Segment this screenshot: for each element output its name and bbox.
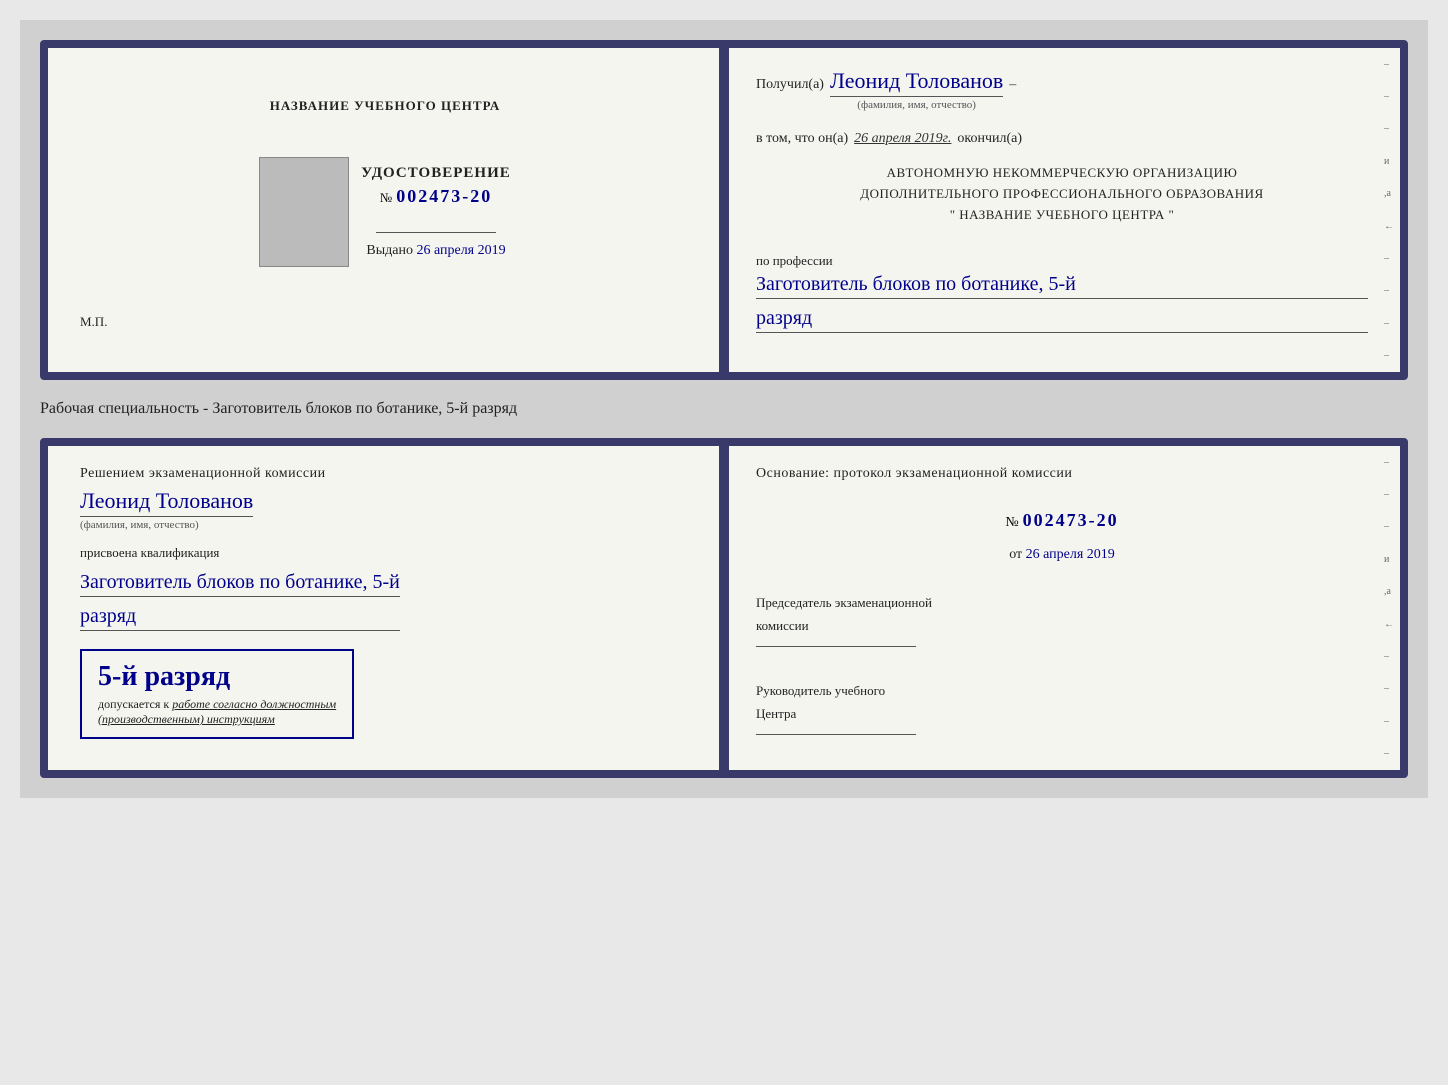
allowed-text2: (производственным) инструкциям (98, 712, 275, 726)
head-label: Руководитель учебного (756, 679, 1368, 702)
allowed-text: работе согласно должностным (172, 697, 336, 711)
rank-badge-box: 5-й разряд допускается к работе согласно… (80, 649, 354, 739)
org-line3: " НАЗВАНИЕ УЧЕБНОГО ЦЕНТРА " (756, 205, 1368, 226)
protocol-number: 002473-20 (1023, 510, 1119, 531)
specialty-label: Рабочая специальность - Заготовитель бло… (40, 396, 1408, 422)
profession-label: по профессии (756, 253, 1368, 269)
certificate-card-2: Решением экзаменационной комиссии Леонид… (40, 438, 1408, 778)
from-date-line: от 26 апреля 2019 (756, 547, 1368, 563)
issued-line: Выдано 26 апреля 2019 (366, 243, 505, 259)
cert-title: УДОСТОВЕРЕНИЕ (361, 165, 511, 182)
photo-placeholder (259, 157, 349, 267)
received-label: Получил(а) (756, 77, 824, 93)
org-line2: ДОПОЛНИТЕЛЬНОГО ПРОФЕССИОНАЛЬНОГО ОБРАЗО… (756, 184, 1368, 205)
org-block: АВТОНОМНУЮ НЕКОММЕРЧЕСКУЮ ОРГАНИЗАЦИЮ ДО… (756, 163, 1368, 225)
profession-value-1: Заготовитель блоков по ботанике, 5-й (756, 273, 1368, 299)
completed-prefix: в том, что он(а) (756, 131, 848, 147)
chairman-sig-line (756, 646, 916, 647)
cert1-left: НАЗВАНИЕ УЧЕБНОГО ЦЕНТРА УДОСТОВЕРЕНИЕ №… (48, 48, 724, 372)
rank-badge-allowed: допускается к работе согласно должностны… (98, 697, 336, 727)
issued-label: Выдано (366, 243, 413, 258)
side-decorations-1: –––и,а←–––– (1384, 48, 1396, 372)
cert-number: 002473-20 (396, 186, 492, 207)
fio-label-1: (фамилия, имя, отчество) (830, 99, 1003, 111)
fio-label-2: (фамилия, имя, отчество) (80, 519, 253, 531)
completed-date: 26 апреля 2019г. (854, 131, 951, 147)
from-date-val: 26 апреля 2019 (1026, 547, 1115, 562)
certificate-card-1: НАЗВАНИЕ УЧЕБНОГО ЦЕНТРА УДОСТОВЕРЕНИЕ №… (40, 40, 1408, 380)
chairman-label: Председатель экзаменационной (756, 591, 1368, 614)
assigned-label: присвоена квалификация (80, 545, 219, 561)
page-container: НАЗВАНИЕ УЧЕБНОГО ЦЕНТРА УДОСТОВЕРЕНИЕ №… (20, 20, 1428, 798)
rank-line-2: разряд (80, 605, 400, 631)
head-sig-line (756, 734, 916, 735)
rank-badge-main: 5-й разряд (98, 661, 230, 693)
org-line1: АВТОНОМНУЮ НЕКОММЕРЧЕСКУЮ ОРГАНИЗАЦИЮ (756, 163, 1368, 184)
cert-num-prefix: № (380, 190, 392, 206)
completed-suffix: окончил(а) (957, 131, 1022, 147)
chairman-block: Председатель экзаменационной комиссии (756, 591, 1368, 655)
issued-date: 26 апреля 2019 (416, 243, 505, 258)
protocol-prefix: № (1005, 515, 1018, 531)
from-label: от (1009, 547, 1022, 562)
head-label2: Центра (756, 702, 1368, 725)
center-name-1: НАЗВАНИЕ УЧЕБНОГО ЦЕНТРА (270, 98, 501, 114)
cert1-right: Получил(а) Леонид Толованов (фамилия, им… (724, 48, 1400, 372)
chairman-label2: комиссии (756, 614, 1368, 637)
side-decorations-2: –––и,а←–––– (1384, 446, 1396, 770)
rank-value-1: разряд (756, 307, 1368, 333)
head-block: Руководитель учебного Центра (756, 679, 1368, 743)
mp-label: М.П. (80, 314, 107, 330)
basis-label: Основание: протокол экзаменационной коми… (756, 466, 1368, 482)
cert2-right: Основание: протокол экзаменационной коми… (724, 446, 1400, 770)
recipient-name-1: Леонид Толованов (830, 68, 1003, 97)
cert2-left: Решением экзаменационной комиссии Леонид… (48, 446, 724, 770)
person-name-2: Леонид Толованов (80, 488, 253, 517)
allowed-prefix: допускается к (98, 697, 169, 711)
decision-text: Решением экзаменационной комиссии (80, 466, 326, 482)
qualification-value: Заготовитель блоков по ботанике, 5-й (80, 571, 400, 597)
